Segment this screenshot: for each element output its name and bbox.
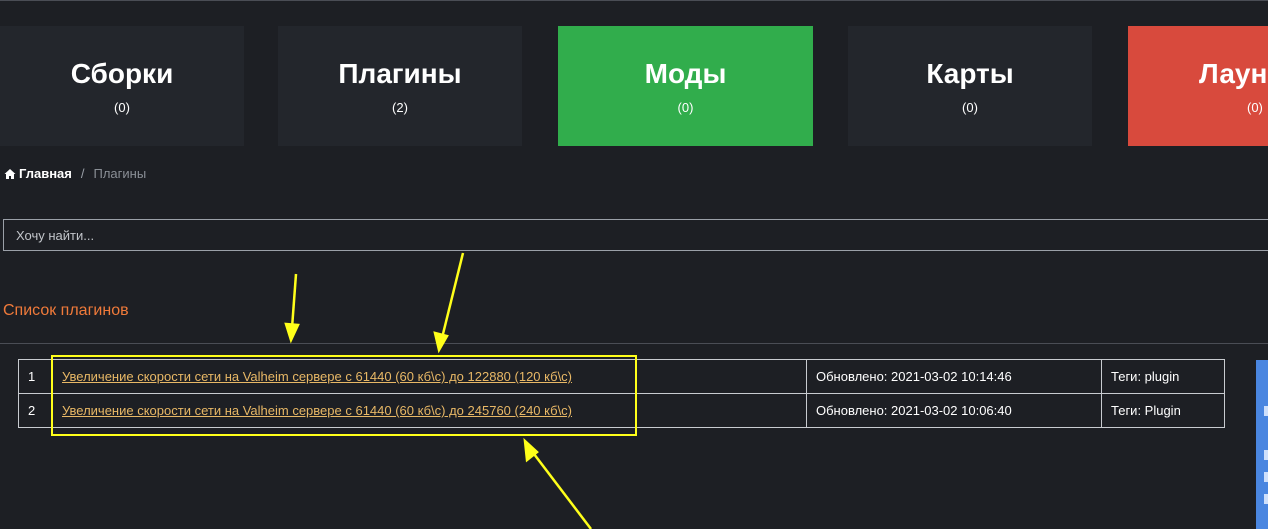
side-panel [1256, 360, 1268, 529]
annotation-arrow [433, 252, 465, 354]
annotation-arrows [284, 252, 592, 529]
annotation-arrow [523, 437, 592, 529]
annotation-arrow [284, 273, 300, 344]
